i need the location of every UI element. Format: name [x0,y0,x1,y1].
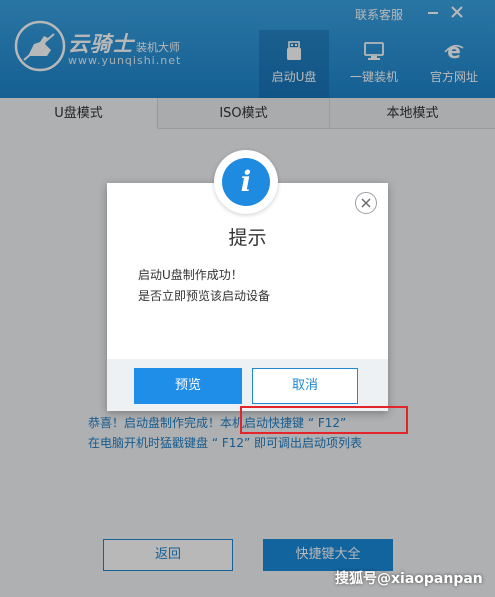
dialog-title: 提示 [228,227,267,249]
dialog-close-icon[interactable] [355,192,377,214]
hotkey-highlight-box [240,406,408,434]
dialog-message-line1: 启动U盘制作成功！ [138,268,243,282]
watermark-text: 搜狐号@xiaopanpan [335,571,483,587]
dialog-message-line2: 是否立即预览该启动设备 [138,289,271,303]
info-icon: i [222,158,270,206]
preview-button[interactable]: 预览 [134,368,242,404]
cancel-button[interactable]: 取消 [252,368,358,404]
info-badge: i [214,150,278,214]
